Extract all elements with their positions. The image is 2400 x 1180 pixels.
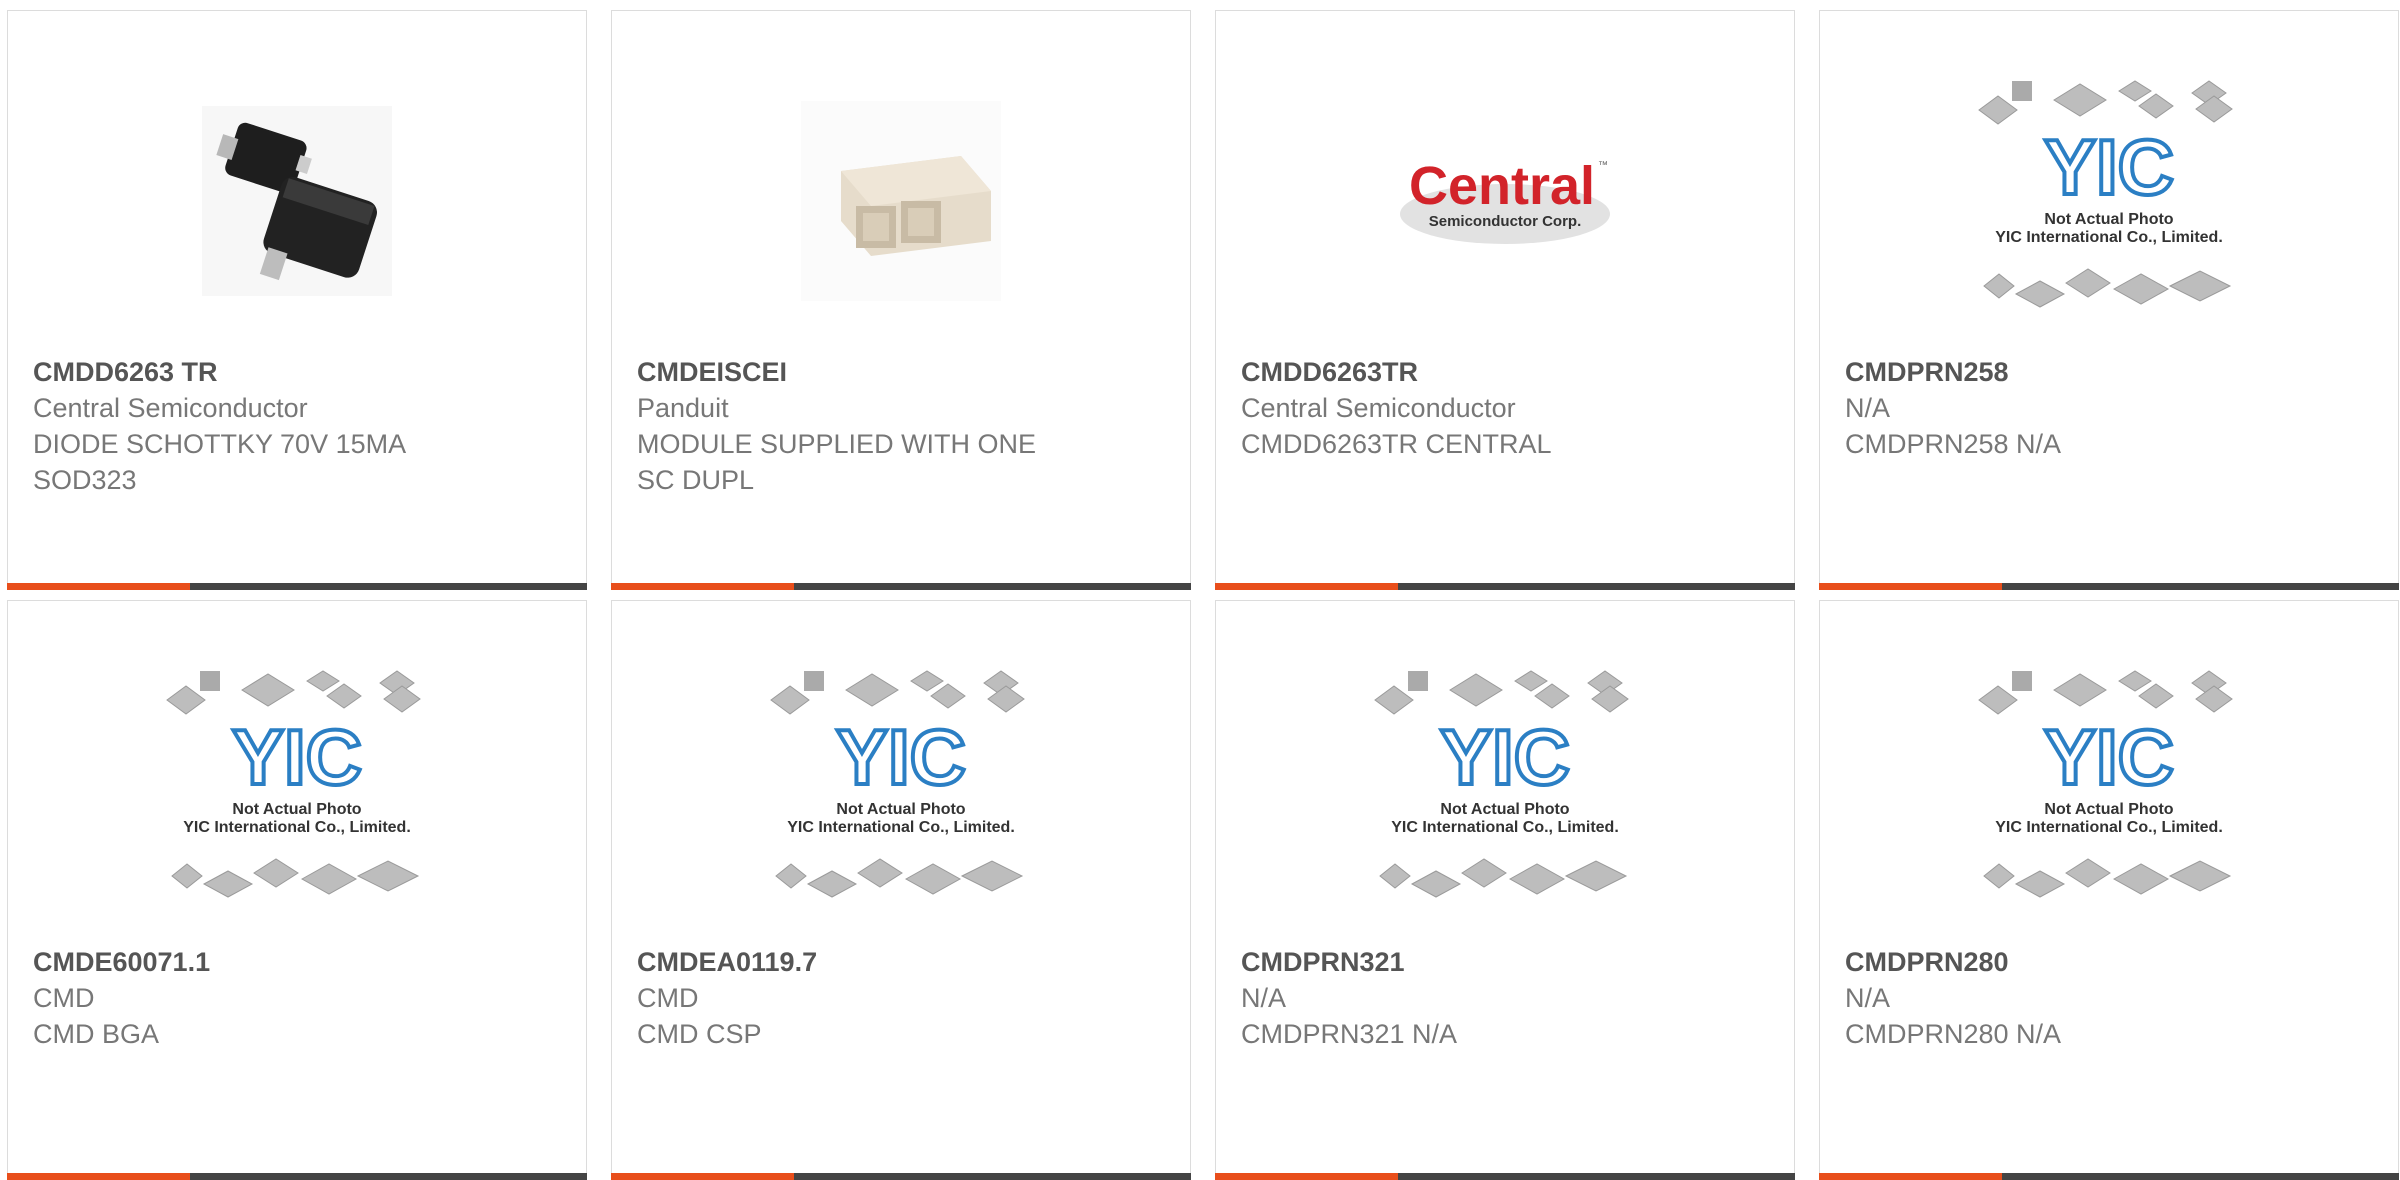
description: CMDPRN321 N/A [1241,1019,1458,1049]
part-number[interactable]: CMDEISCEI [637,354,1165,390]
part-number[interactable]: CMDEA0119.7 [637,944,1165,980]
card-bottom-bar [1215,1173,1795,1180]
not-actual-photo-placeholder: YICNot Actual PhotoYIC International Co.… [1978,670,2233,898]
product-info: CMDE60071.1 CMD CMD BGA [33,944,561,1052]
product-info: CMDPRN280 N/A CMDPRN280 N/A [1845,944,2373,1052]
svg-text:YIC: YIC [232,713,362,801]
product-image [612,66,1190,336]
product-info: CMDPRN321 N/A CMDPRN321 N/A [1241,944,1769,1052]
diode-photo [202,106,392,296]
product-info: CMDD6263TR Central Semiconductor CMDD626… [1241,354,1769,462]
manufacturer: N/A [1845,393,1891,423]
svg-text:™: ™ [1598,160,1608,171]
svg-text:Not Actual Photo: Not Actual Photo [836,801,965,818]
product-grid: CMDD6263 TR Central Semiconductor DIODE … [7,10,2399,1180]
product-image [8,66,586,336]
product-image: YIC Not Actual Photo YIC International Co.… [1820,66,2398,336]
svg-text:Not Actual Photo: Not Actual Photo [1440,801,1569,818]
card-bottom-bar [1215,583,1795,590]
product-image: Central ™ Semiconductor Corp. [1216,66,1794,336]
svg-text:Not Actual Photo: Not Actual Photo [2044,211,2173,228]
product-info: CMDPRN258 N/A CMDPRN258 N/A [1845,354,2373,462]
product-card[interactable]: YIC Not Actual Photo YIC International Co.… [611,600,1191,1180]
product-info: CMDD6263 TR Central Semiconductor DIODE … [33,354,561,498]
svg-text:YIC: YIC [836,713,966,801]
product-card[interactable]: YIC Not Actual Photo YIC International Co.… [1819,10,2399,590]
card-bottom-bar [1819,1173,2399,1180]
not-actual-photo-placeholder: YICNot Actual PhotoYIC International Co.… [1374,670,1629,898]
not-actual-photo-placeholder: YICNot Actual PhotoYIC International Co.… [166,670,421,898]
card-accent-bar [7,1173,190,1180]
not-actual-photo-placeholder: YICNot Actual PhotoYIC International Co.… [770,670,1025,898]
description: CMDPRN258 N/A [1845,429,2062,459]
description: DIODE SCHOTTKY 70V 15MA SOD323 [33,429,405,495]
card-accent-bar [1819,1173,2002,1180]
product-image: YIC Not Actual Photo YIC International Co.… [612,656,1190,926]
manufacturer: CMD [33,983,95,1013]
svg-text:Central: Central [1409,156,1595,216]
description: CMD BGA [33,1019,160,1049]
manufacturer: N/A [1845,983,1891,1013]
manufacturer: Panduit [637,393,729,423]
product-card[interactable]: YIC Not Actual Photo YIC International Co.… [1215,600,1795,1180]
part-number[interactable]: CMDE60071.1 [33,944,561,980]
svg-text:YIC International Co., Limited: YIC International Co., Limited. [1391,819,1619,836]
product-card[interactable]: CMDD6263 TR Central Semiconductor DIODE … [7,10,587,590]
manufacturer: Central Semiconductor [33,393,308,423]
svg-text:YIC International Co., Limited: YIC International Co., Limited. [183,819,411,836]
sc-adapter-photo [801,101,1001,301]
product-card[interactable]: YIC Not Actual Photo YIC International Co.… [1819,600,2399,1180]
manufacturer: Central Semiconductor [1241,393,1516,423]
svg-text:YIC: YIC [2044,123,2174,211]
svg-text:Semiconductor Corp.: Semiconductor Corp. [1429,213,1582,230]
description: CMDPRN280 N/A [1845,1019,2062,1049]
card-accent-bar [611,583,794,590]
not-actual-photo-placeholder: YICNot Actual PhotoYIC International Co.… [1978,80,2233,308]
svg-text:YIC International Co., Limited: YIC International Co., Limited. [1995,819,2223,836]
svg-text:YIC: YIC [1440,713,1570,801]
card-bottom-bar [611,583,1191,590]
svg-text:YIC International Co., Limited: YIC International Co., Limited. [787,819,1015,836]
card-bottom-bar [611,1173,1191,1180]
product-card[interactable]: CMDEISCEI Panduit MODULE SUPPLIED WITH O… [611,10,1191,590]
product-image: YIC Not Actual Photo YIC International Co.… [1216,656,1794,926]
description: CMD CSP [637,1019,762,1049]
card-accent-bar [7,583,190,590]
svg-text:Not Actual Photo: Not Actual Photo [232,801,361,818]
svg-text:Not Actual Photo: Not Actual Photo [2044,801,2173,818]
part-number[interactable]: CMDPRN280 [1845,944,2373,980]
product-image: YIC Not Actual Photo YIC International Co.… [8,656,586,926]
card-accent-bar [1819,583,2002,590]
product-card[interactable]: Central ™ Semiconductor Corp. CMDD6263TR C… [1215,10,1795,590]
card-accent-bar [611,1173,794,1180]
product-info: CMDEISCEI Panduit MODULE SUPPLIED WITH O… [637,354,1165,498]
central-logo: Central ™ Semiconductor Corp. [1400,156,1610,244]
manufacturer: CMD [637,983,699,1013]
svg-text:YIC International Co., Limited: YIC International Co., Limited. [1995,229,2223,246]
part-number[interactable]: CMDD6263 TR [33,354,561,390]
card-accent-bar [1215,1173,1398,1180]
product-card[interactable]: YIC Not Actual Photo YIC International Co.… [7,600,587,1180]
description: MODULE SUPPLIED WITH ONE SC DUPL [637,429,1037,495]
product-image: YIC Not Actual Photo YIC International Co.… [1820,656,2398,926]
card-accent-bar [1215,583,1398,590]
card-bottom-bar [1819,583,2399,590]
card-bottom-bar [7,583,587,590]
part-number[interactable]: CMDD6263TR [1241,354,1769,390]
card-bottom-bar [7,1173,587,1180]
manufacturer: N/A [1241,983,1287,1013]
svg-text:YIC: YIC [2044,713,2174,801]
product-info: CMDEA0119.7 CMD CMD CSP [637,944,1165,1052]
part-number[interactable]: CMDPRN321 [1241,944,1769,980]
description: CMDD6263TR CENTRAL [1241,429,1552,459]
part-number[interactable]: CMDPRN258 [1845,354,2373,390]
